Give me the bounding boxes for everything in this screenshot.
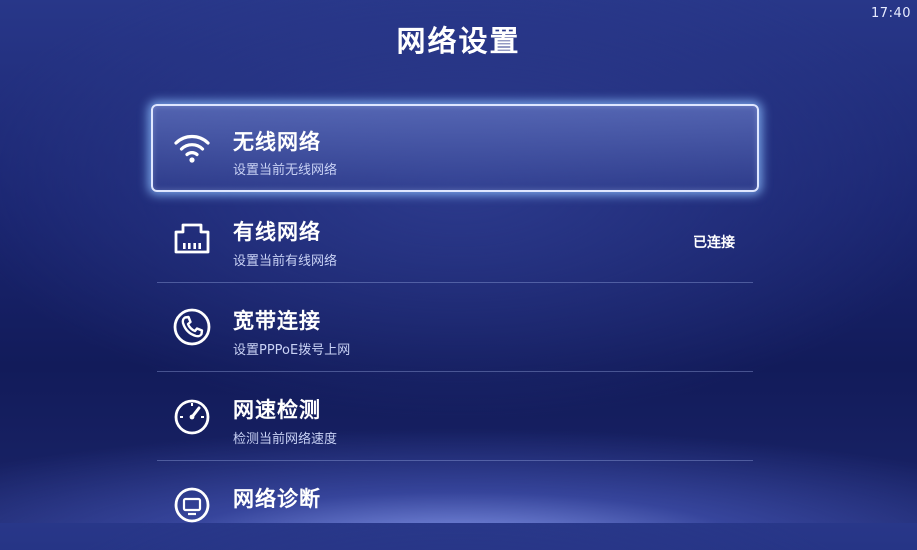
menu-item-label: 网速检测 — [233, 398, 321, 422]
speedometer-icon — [171, 395, 213, 437]
menu-item-subtitle: 设置当前有线网络 — [233, 254, 338, 269]
menu-item-label: 有线网络 — [233, 220, 321, 244]
menu-item-label: 网络诊断 — [233, 487, 321, 511]
menu-item-wired[interactable]: 有线网络 设置当前有线网络 已连接 — [157, 194, 753, 283]
connection-status-badge: 已连接 — [693, 235, 735, 251]
menu-item-diagnose[interactable]: 网络诊断 — [157, 461, 753, 550]
menu-item-speed-test[interactable]: 网速检测 检测当前网络速度 — [157, 372, 753, 461]
phone-icon — [171, 306, 213, 348]
menu-item-subtitle: 设置PPPoE拨号上网 — [233, 343, 351, 358]
menu-item-subtitle: 检测当前网络速度 — [233, 432, 338, 447]
network-settings-menu: 无线网络 设置当前无线网络 有线网络 设置当前有线网络 已连接 宽带连接 设置P… — [151, 104, 759, 550]
diagnose-icon — [171, 484, 213, 526]
menu-item-broadband[interactable]: 宽带连接 设置PPPoE拨号上网 — [157, 283, 753, 372]
ethernet-icon — [171, 217, 213, 259]
menu-item-label: 宽带连接 — [233, 309, 321, 333]
page-title: 网络设置 — [396, 24, 521, 58]
